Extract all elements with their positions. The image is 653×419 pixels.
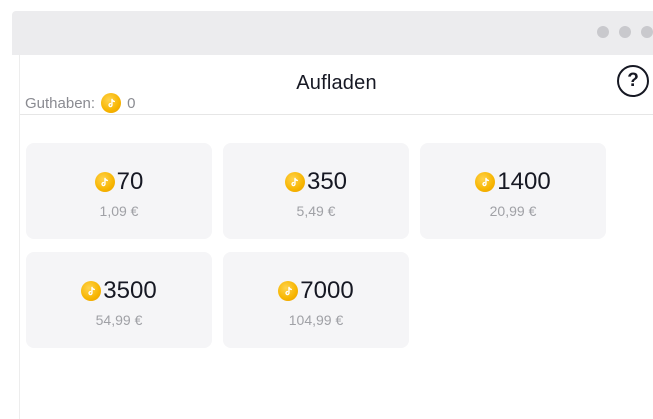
amount-row: 3500	[26, 277, 212, 305]
balance-value: 0	[127, 94, 136, 112]
window-titlebar	[12, 11, 653, 55]
coin-icon	[81, 281, 102, 301]
window-dot-icon[interactable]	[597, 26, 609, 38]
amount-row: 1400	[420, 168, 606, 196]
coin-icon	[475, 172, 496, 192]
amount-row: 7000	[223, 277, 409, 305]
package-amount: 70	[116, 168, 144, 195]
package-amount: 7000	[300, 277, 354, 304]
package-card[interactable]: 1400 20,99 €	[420, 143, 606, 239]
package-price: 20,99 €	[489, 203, 537, 219]
package-price: 1,09 €	[99, 203, 139, 219]
window-controls	[597, 26, 653, 38]
amount-row: 350	[223, 168, 409, 196]
coin-icon	[284, 172, 305, 192]
coin-icon	[94, 172, 115, 192]
coin-icon	[101, 93, 122, 113]
page-title: Aufladen	[296, 72, 377, 94]
balance-label: Guthaben:	[25, 94, 96, 112]
amount-row: 70	[26, 168, 212, 196]
package-amount: 3500	[103, 277, 157, 304]
package-card[interactable]: 350 5,49 €	[223, 143, 409, 239]
coin-icon	[278, 281, 299, 301]
balance: Guthaben: 0	[25, 93, 135, 113]
package-card[interactable]: 70 1,09 €	[26, 143, 212, 239]
window-dot-icon[interactable]	[641, 26, 653, 38]
package-price: 54,99 €	[95, 312, 143, 328]
package-price: 5,49 €	[296, 203, 336, 219]
package-card[interactable]: 3500 54,99 €	[26, 252, 212, 348]
package-card[interactable]: 7000 104,99 €	[223, 252, 409, 348]
help-button[interactable]: ?	[617, 65, 649, 97]
package-amount: 350	[306, 168, 348, 195]
package-amount: 1400	[497, 168, 551, 195]
question-circle-icon: ?	[627, 70, 639, 91]
window-dot-icon[interactable]	[619, 26, 631, 38]
package-price: 104,99 €	[288, 312, 344, 328]
